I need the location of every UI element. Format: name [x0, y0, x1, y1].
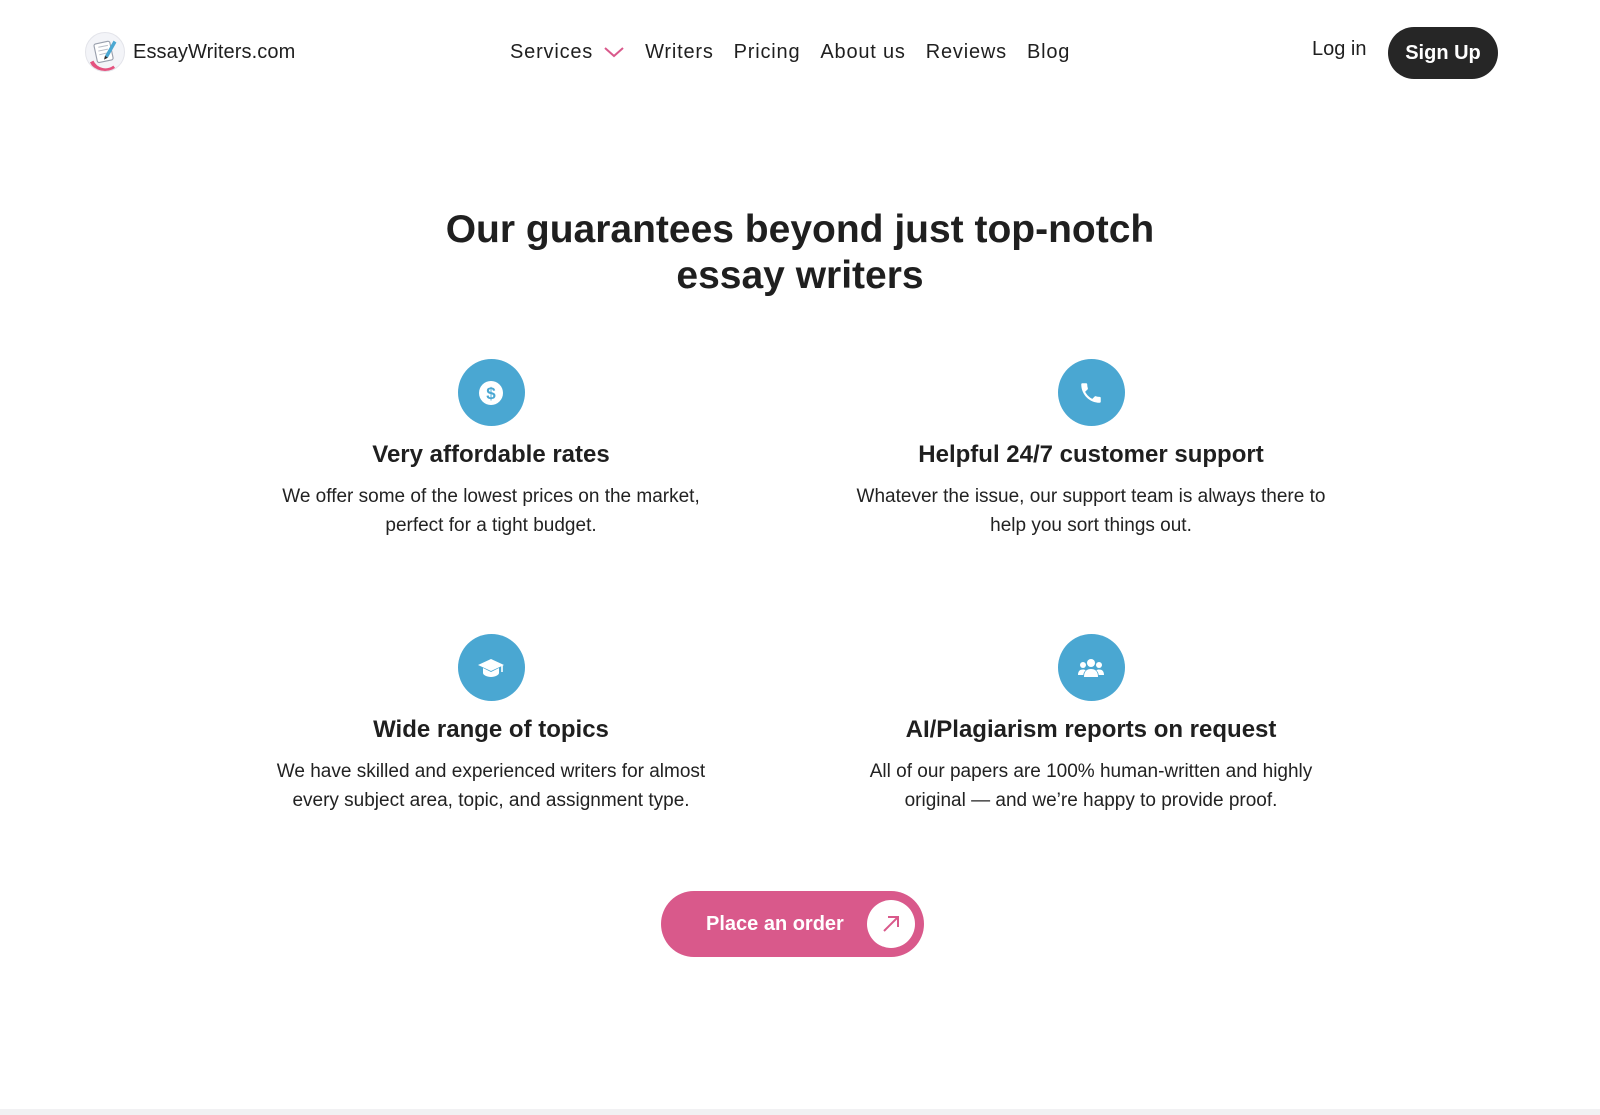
- place-order-button[interactable]: Place an order: [661, 891, 924, 957]
- brand-logo-icon: [85, 32, 125, 72]
- main-nav: Services Writers Pricing About us Review…: [510, 36, 1090, 68]
- section-heading: Our guarantees beyond just top-notch ess…: [400, 207, 1200, 299]
- feature-description-line: every subject area, topic, and assignmen…: [292, 790, 690, 811]
- brand-logo-link[interactable]: EssayWriters.com: [85, 32, 295, 72]
- feature-title: Wide range of topics: [373, 716, 609, 743]
- place-order-label: Place an order: [706, 913, 844, 935]
- feature-description: We have skilled and experienced writers …: [251, 757, 731, 815]
- feature-description: All of our papers are 100% human-written…: [841, 757, 1341, 815]
- brand-name: EssayWriters.com: [133, 40, 296, 63]
- feature-description-line: original — and we’re happy to provide pr…: [904, 790, 1278, 811]
- svg-text:$: $: [486, 384, 496, 403]
- nav-item-pricing[interactable]: Pricing: [734, 41, 801, 64]
- nav-item-label: Services: [510, 40, 594, 63]
- feature-description-line: Whatever the issue, our support team is …: [856, 486, 1326, 507]
- heading-line-2: essay writers: [676, 254, 924, 297]
- feature-description: We offer some of the lowest prices on th…: [256, 482, 726, 540]
- nav-item-blog[interactable]: Blog: [1027, 41, 1070, 64]
- feature-title: Very affordable rates: [372, 441, 610, 468]
- feature-customer-support: Helpful 24/7 customer support Whatever t…: [821, 359, 1361, 540]
- nav-item-writers[interactable]: Writers: [645, 41, 714, 64]
- nav-item-services[interactable]: Services: [510, 41, 625, 64]
- feature-wide-range-topics: Wide range of topics We have skilled and…: [221, 634, 761, 815]
- feature-title: Helpful 24/7 customer support: [918, 441, 1264, 468]
- heading-line-1: Our guarantees beyond just top-notch: [445, 208, 1155, 251]
- feature-description-line: perfect for a tight budget.: [385, 515, 597, 536]
- phone-icon: [1057, 359, 1125, 426]
- chevron-down-icon: [603, 45, 625, 59]
- footer-divider: [0, 1109, 1600, 1115]
- site-header: EssayWriters.com Services Writers Pricin…: [0, 0, 1600, 104]
- feature-plagiarism-reports: AI/Plagiarism reports on request All of …: [821, 634, 1361, 815]
- feature-description-line: We offer some of the lowest prices on th…: [282, 486, 700, 507]
- nav-item-reviews[interactable]: Reviews: [926, 41, 1007, 64]
- signup-button[interactable]: Sign Up: [1388, 27, 1498, 79]
- page: EssayWriters.com Services Writers Pricin…: [0, 0, 1600, 1115]
- dollar-icon: $: [457, 359, 525, 426]
- graduation-cap-icon: [457, 634, 525, 701]
- login-link[interactable]: Log in: [1312, 38, 1367, 61]
- users-group-icon: [1057, 634, 1125, 701]
- feature-description-line: All of our papers are 100% human-written…: [869, 761, 1313, 782]
- nav-item-about-us[interactable]: About us: [820, 41, 905, 64]
- feature-description-line: We have skilled and experienced writers …: [276, 761, 706, 782]
- feature-affordable-rates: $ Very affordable rates We offer some of…: [221, 359, 761, 540]
- feature-title: AI/Plagiarism reports on request: [905, 716, 1277, 743]
- arrow-up-right-icon: [867, 900, 915, 948]
- feature-description: Whatever the issue, our support team is …: [831, 482, 1351, 540]
- feature-description-line: help you sort things out.: [990, 515, 1192, 536]
